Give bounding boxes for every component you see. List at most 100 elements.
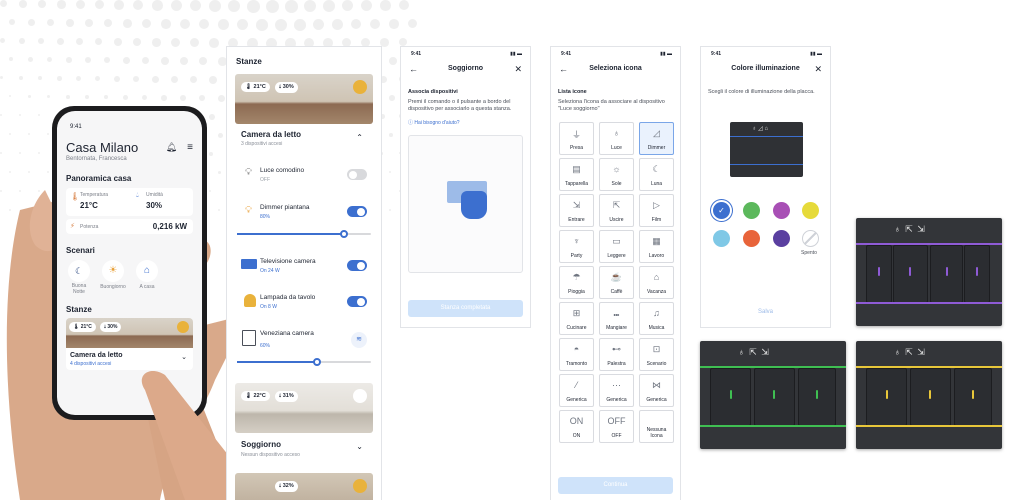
scene-morning[interactable]: ☀ Buongiorno — [100, 260, 126, 295]
back-arrow-icon[interactable]: ← — [559, 64, 568, 74]
plate-icons: ♁ ⇱ ⇲ — [894, 224, 926, 234]
icon-option[interactable]: ▤ Tapparella — [559, 158, 594, 191]
associate-section: Associa dispositivi Premi il comando o i… — [408, 89, 523, 126]
icon-option[interactable]: ⇱ Uscire — [599, 194, 634, 227]
color-swatch[interactable] — [713, 230, 730, 247]
plate-preview: ♁ ◿ ⌂ — [730, 122, 803, 177]
icon-glyph-icon: ▦ — [652, 236, 661, 246]
icon-glyph-icon: ON — [569, 416, 584, 426]
hand-press-icon — [461, 191, 487, 219]
scene-night[interactable]: ☾ Buona Notte — [66, 260, 92, 295]
blinds-control-icon[interactable]: ≋ — [351, 332, 367, 348]
icon-option[interactable]: ⌂ Vacanza — [639, 266, 674, 299]
status-icons: ▮▮ ▬ — [660, 51, 672, 57]
icon-option[interactable]: ▷ Film — [639, 194, 674, 227]
overview-card: 🌡︎ Temperatura 21°C 💧︎ Umidità 30% — [66, 188, 193, 216]
screen-title: Soggiorno — [448, 65, 483, 72]
icon-option[interactable]: ◓ Tramonto — [559, 338, 594, 371]
humidity-value: 30% — [146, 201, 163, 210]
associate-text: Premi il comando o il pulsante a bordo d… — [408, 99, 512, 113]
icon-label: Luna — [650, 181, 663, 187]
icon-option[interactable]: OFF OFF — [599, 410, 634, 443]
sun-icon: ☀ — [102, 260, 124, 282]
blinds-icon — [242, 330, 256, 346]
icon-option[interactable]: ◿ Dimmer — [639, 122, 674, 155]
icon-option[interactable]: ☕ Caffè — [599, 266, 634, 299]
icon-list-text: Seleziona l'icona da associare al dispos… — [558, 99, 665, 113]
scenes-row: ☾ Buona Notte ☀ Buongiorno ⌂ A casa — [66, 260, 193, 295]
switch-plate-yellow: ♁ ⇱ ⇲ — [856, 341, 1002, 449]
device-status: 60% — [260, 343, 271, 349]
icon-option[interactable]: ▭ Leggere — [599, 230, 634, 263]
livingroom-image: 🌡︎ 22°C 💧︎ 31% — [235, 383, 373, 433]
icon-option[interactable]: ON ON — [559, 410, 594, 443]
icon-label: Caffè — [610, 289, 623, 295]
icon-option[interactable]: ▦ Lavoro — [639, 230, 674, 263]
color-off-swatch[interactable] — [802, 230, 819, 247]
bedroom-image: 🌡︎ 21°C 💧︎ 30% — [235, 74, 373, 124]
color-swatch[interactable] — [743, 230, 760, 247]
complete-room-button[interactable]: Stanza completata — [408, 300, 523, 317]
icon-option[interactable]: ☼ Sole — [599, 158, 634, 191]
icon-option[interactable]: ♫ Musica — [639, 302, 674, 335]
icon-option[interactable]: ☾ Luna — [639, 158, 674, 191]
color-swatch[interactable] — [773, 230, 790, 247]
continue-button[interactable]: Continua — [558, 477, 673, 494]
icon-label: Cucinare — [566, 325, 587, 331]
bell-icon[interactable]: 🔔︎ — [166, 142, 177, 153]
color-swatch[interactable] — [743, 202, 760, 219]
close-icon[interactable]: ✕ — [814, 64, 822, 75]
chevron-down-icon[interactable]: ⌄ — [356, 442, 363, 451]
chevron-up-icon[interactable]: ⌃ — [356, 133, 363, 142]
icon-option[interactable]: ⁄ Generica — [559, 374, 594, 407]
icon-glyph-icon: ◿ — [653, 128, 660, 138]
device-status: On 24 W — [260, 268, 280, 274]
icon-glyph-icon: ☂ — [572, 272, 581, 282]
icon-option[interactable]: ♁ Luce — [599, 122, 634, 155]
toggle-luce-comodino[interactable] — [347, 169, 367, 180]
icon-option[interactable]: ⋯ Generica — [599, 374, 634, 407]
dimmer-slider[interactable] — [237, 230, 371, 238]
icon-option[interactable]: ☂ Pioggia — [559, 266, 594, 299]
icon-option[interactable]: ⊷ Palestra — [599, 338, 634, 371]
toggle-lampada[interactable] — [347, 296, 367, 307]
scene-label: A casa — [139, 284, 155, 290]
toggle-dimmer-piantana[interactable] — [347, 206, 367, 217]
icon-label: Scenario — [646, 361, 667, 367]
icon-label: Mangiare — [606, 325, 627, 331]
icon-label: Generica — [566, 397, 587, 403]
status-time: 9:41 — [411, 51, 422, 57]
device-status: OFF — [260, 177, 270, 183]
color-swatch[interactable]: ✓ — [713, 202, 730, 219]
close-icon[interactable]: ✕ — [514, 64, 522, 75]
screen-title: Colore illuminazione — [731, 65, 800, 72]
icon-option[interactable]: ♆ Party — [559, 230, 594, 263]
icon-option[interactable]: ⏚ Presa — [559, 122, 594, 155]
lamp-icon: 💡︎ — [245, 205, 252, 216]
droplet-icon: 💧︎ — [136, 192, 139, 199]
back-arrow-icon[interactable]: ← — [409, 64, 418, 74]
icon-label: Party — [570, 253, 583, 259]
color-swatch[interactable] — [773, 202, 790, 219]
help-link[interactable]: ⓘ Hai bisogno d'aiuto? — [408, 119, 523, 126]
color-swatch[interactable] — [802, 202, 819, 219]
temp-chip: 🌡︎ 21°C — [69, 322, 96, 332]
associate-heading: Associa dispositivi — [408, 89, 458, 95]
icon-option[interactable]: ⊡ Scenario — [639, 338, 674, 371]
icon-glyph-icon: ⌂ — [653, 272, 660, 282]
icon-option[interactable]: ⇲ Entrare — [559, 194, 594, 227]
toggle-televisione[interactable] — [347, 260, 367, 271]
menu-icon[interactable]: ≡ — [187, 142, 193, 153]
device-name: Lampada da tavolo — [260, 294, 316, 301]
icon-option[interactable]: ⊞ Cucinare — [559, 302, 594, 335]
icon-label: Nessuna Icona — [646, 427, 667, 439]
icon-option[interactable]: ⋈ Generica — [639, 374, 674, 407]
icon-option[interactable]: Nessuna Icona — [639, 410, 674, 443]
scene-home[interactable]: ⌂ A casa — [134, 260, 160, 295]
icon-option[interactable]: ⑉ Mangiare — [599, 302, 634, 335]
switch-plate-purple: ♁ ⇱ ⇲ — [856, 218, 1002, 326]
plate-icons: ♁ ⇱ ⇲ — [894, 347, 926, 357]
blinds-slider[interactable] — [237, 358, 371, 366]
save-button[interactable]: Salva — [701, 309, 830, 315]
icon-glyph-icon: ⊷ — [612, 344, 621, 354]
